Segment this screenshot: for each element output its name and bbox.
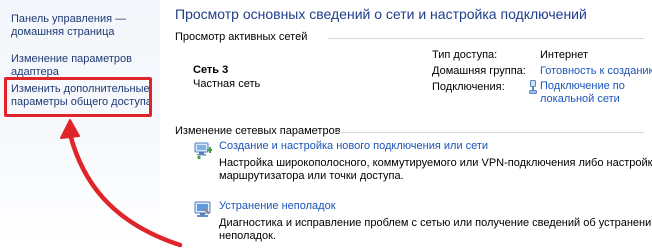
network-setup-icon — [194, 142, 212, 160]
annotation-highlight-box — [4, 77, 152, 117]
network-type: Частная сеть — [193, 78, 261, 90]
connection-label-line: локальной сети — [540, 93, 620, 105]
section-header-change-settings: Изменение сетевых параметров — [175, 125, 341, 137]
page-title: Просмотр основных сведений о сети и наст… — [175, 6, 587, 22]
setup-new-connection-description: Настройка широкополосного, коммутируемог… — [219, 157, 652, 183]
local-area-connection-link[interactable]: Подключение по локальной сети — [540, 80, 625, 106]
description-line: Настройка широкополосного, коммутируемог… — [219, 157, 652, 169]
description-line: Диагностика и исправление проблем с сеть… — [219, 217, 652, 229]
ethernet-connection-icon — [529, 80, 537, 94]
troubleshoot-icon — [194, 201, 211, 217]
connection-label-line: Подключение по — [540, 80, 625, 92]
sidebar-item-label: Панель управления — — [11, 13, 127, 25]
section-divider — [328, 38, 644, 39]
sidebar-item-label: домашняя страница — [11, 26, 115, 38]
homegroup-label: Домашняя группа: — [432, 65, 526, 77]
troubleshoot-problems-description: Диагностика и исправление проблем с сеть… — [219, 217, 652, 243]
connections-label: Подключения: — [432, 81, 505, 93]
access-type-value: Интернет — [540, 49, 588, 61]
sidebar-item-label: Изменение параметров — [11, 53, 132, 65]
homegroup-link[interactable]: Готовность к созданию — [540, 65, 652, 78]
sidebar-item-control-panel-home[interactable]: Панель управления — домашняя страница — [11, 13, 126, 39]
section-divider — [334, 132, 644, 133]
setup-new-connection-link[interactable]: Создание и настройка нового подключения … — [219, 140, 488, 153]
access-type-label: Тип доступа: — [432, 49, 498, 61]
section-header-active-networks: Просмотр активных сетей — [175, 31, 308, 43]
description-line: маршрутизатора или точки доступа. — [219, 170, 404, 182]
troubleshoot-problems-link[interactable]: Устранение неполадок — [219, 200, 336, 213]
description-line: неполадок. — [219, 230, 276, 242]
sidebar: Панель управления — домашняя страница Из… — [0, 0, 160, 248]
network-name: Сеть 3 — [193, 64, 229, 76]
sidebar-item-change-adapter-settings[interactable]: Изменение параметров адаптера — [11, 53, 132, 79]
